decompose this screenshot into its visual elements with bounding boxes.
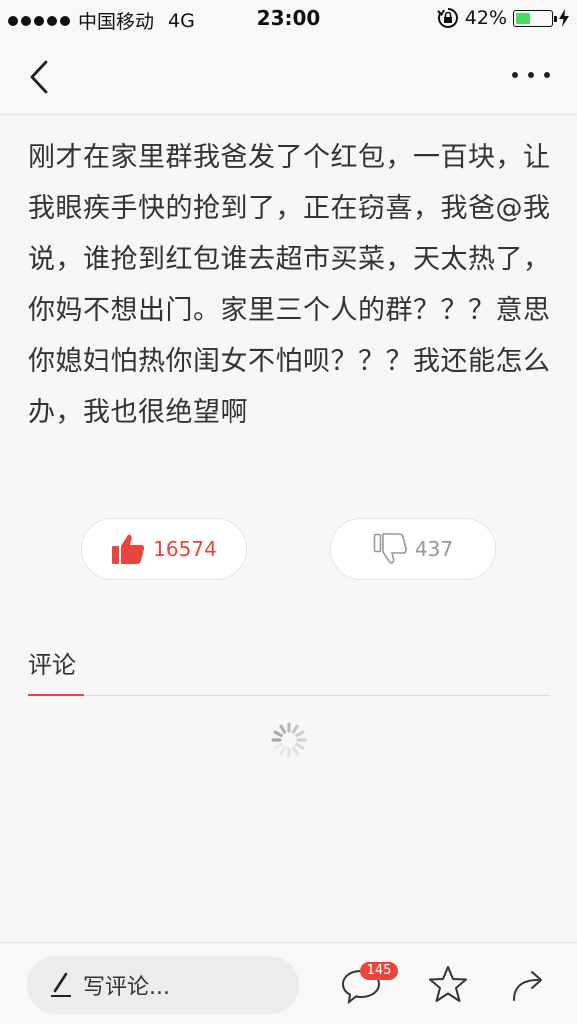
write-comment-placeholder: 写评论... xyxy=(83,975,170,1000)
navigation-bar xyxy=(0,38,577,115)
battery-percent: 42% xyxy=(464,7,507,29)
post-content: 刚才在家里群我爸发了个红包，一百块，让我眼疾手快的抢到了，正在窃喜，我爸@我说，… xyxy=(28,142,551,428)
write-comment-input[interactable]: 写评论... xyxy=(27,956,299,1014)
comments-divider xyxy=(28,695,550,696)
share-icon[interactable] xyxy=(510,965,550,1003)
thumb-up-icon xyxy=(112,534,145,564)
pencil-icon xyxy=(51,972,71,997)
downvote-button[interactable]: 437 xyxy=(330,518,496,580)
upvote-count: 16574 xyxy=(153,537,217,561)
status-bar: 中国移动 4G 23:00 42% xyxy=(0,0,577,38)
orientation-lock-icon xyxy=(437,8,458,28)
screen: 中国移动 4G 23:00 42% 刚才在家里群我爸发了个红包，一百块，让我眼疾… xyxy=(0,0,577,1024)
thumb-down-icon xyxy=(373,533,407,564)
comments-tab[interactable]: 评论 xyxy=(28,645,76,680)
more-icon[interactable] xyxy=(509,68,553,82)
star-icon[interactable] xyxy=(428,965,468,1003)
upvote-button[interactable]: 16574 xyxy=(81,518,247,580)
back-arrow-icon[interactable] xyxy=(22,56,62,96)
comment-count-badge: 145 xyxy=(360,962,398,980)
status-right: 42% xyxy=(437,7,569,29)
battery-icon xyxy=(513,9,557,27)
charging-bolt-icon xyxy=(559,9,569,27)
comments-tab-indicator xyxy=(28,694,84,696)
battery-fill xyxy=(516,12,530,24)
downvote-count: 437 xyxy=(414,537,454,561)
bottom-toolbar: 写评论... 145 xyxy=(0,942,577,1024)
loading-spinner-icon xyxy=(271,722,307,758)
